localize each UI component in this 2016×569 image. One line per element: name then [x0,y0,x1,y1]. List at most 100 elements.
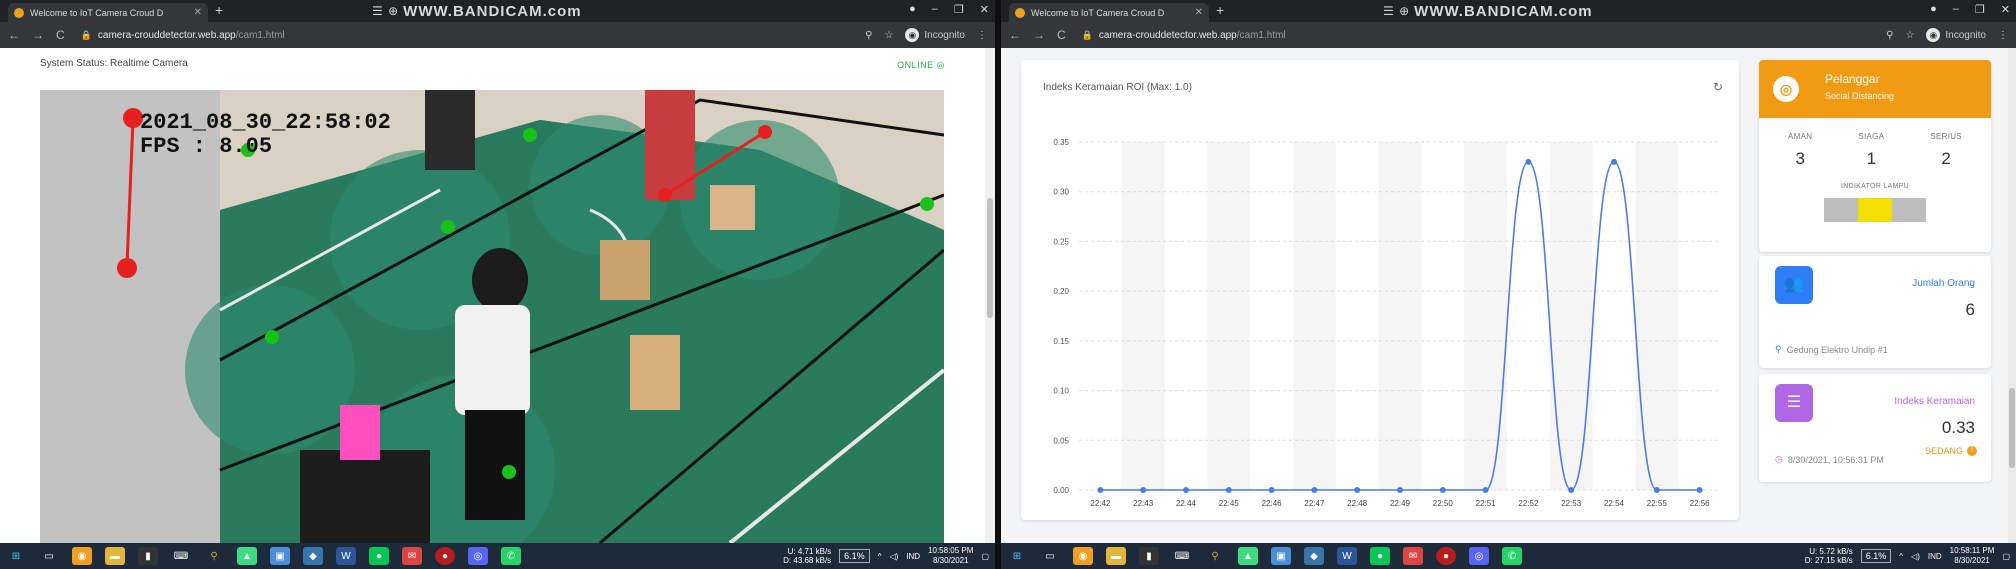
close-window-button[interactable]: ✕ [980,3,989,16]
task-view-icon[interactable]: ▭ [39,547,59,565]
new-tab-button[interactable]: + [215,2,223,18]
android-studio-icon[interactable]: ▲ [1238,547,1258,565]
reload-button[interactable]: C [1057,28,1066,42]
maximize-button[interactable]: ❐ [954,3,964,16]
mail-icon[interactable]: ✉ [1403,547,1423,565]
record-icon[interactable]: ● [435,547,455,565]
favicon-icon [14,7,24,18]
status-badge: SEDANG ! [1925,446,1977,456]
menu-icon[interactable]: ⋮ [977,30,987,41]
bookmark-star-icon[interactable]: ☆ [884,30,893,41]
browser-tab[interactable]: Welcome to IoT Camera Croud D ✕ [8,3,208,22]
language-indicator[interactable]: IND [906,552,920,561]
y-tick-label: 0.10 [1053,387,1069,396]
cad-icon[interactable]: ▣ [1271,547,1291,565]
x-tick-label: 22:53 [1561,499,1582,508]
mail-icon[interactable]: ✉ [402,547,422,565]
word-icon[interactable]: W [336,547,356,565]
whatsapp-icon[interactable]: ✆ [501,547,521,565]
python-icon[interactable]: ◆ [303,547,323,565]
tab-strip: Welcome to IoT Camera Croud D ✕ + ☰ ⊕ WW… [0,0,995,22]
location-icon[interactable]: ⚲ [1886,30,1893,41]
file-explorer-icon[interactable]: ▬ [1106,547,1126,565]
back-button[interactable]: ← [8,28,20,42]
online-badge: ONLINE ◎ [897,60,945,70]
y-tick-label: 0.30 [1053,188,1069,197]
lamp-green [1824,198,1858,222]
minimize-button[interactable]: – [932,3,938,16]
search-icon[interactable]: ⚲ [204,547,224,565]
scrollbar-thumb[interactable] [987,198,993,318]
chrome-icon[interactable]: ◉ [1073,547,1093,565]
close-window-button[interactable]: ✕ [2001,3,2010,16]
address-bar[interactable]: 🔒 camera-crouddetector.web.app/cam1.html [81,30,285,41]
keyboard-icon[interactable]: ⌨ [171,547,191,565]
minimize-button[interactable]: – [1953,3,1959,16]
location-icon[interactable]: ⚲ [865,30,872,41]
account-icon[interactable]: ● [909,3,916,16]
account-icon[interactable]: ● [1930,3,1937,16]
data-point [1140,487,1147,493]
forward-button[interactable]: → [32,28,44,42]
page-content: System Status: Realtime Camera ONLINE ◎ [0,48,985,543]
keyboard-icon[interactable]: ⌨ [1172,547,1192,565]
tray-arrow-icon[interactable]: ^ [1899,552,1903,561]
bookmark-star-icon[interactable]: ☆ [1905,30,1914,41]
address-bar[interactable]: 🔒 camera-crouddetector.web.app/cam1.html [1082,30,1286,41]
terminal-icon[interactable]: ▮ [138,547,158,565]
file-explorer-icon[interactable]: ▬ [105,547,125,565]
left-screen: Welcome to IoT Camera Croud D ✕ + ☰ ⊕ WW… [0,0,995,569]
browser-toolbar: ← → C 🔒 camera-crouddetector.web.app/cam… [1001,22,2016,48]
notification-icon[interactable]: ▢ [2002,552,2010,561]
browser-tab[interactable]: Welcome to IoT Camera Croud D ✕ [1009,3,1209,22]
notification-icon[interactable]: ▢ [981,552,989,561]
new-tab-button[interactable]: + [1216,2,1224,18]
refresh-icon[interactable]: ↻ [1713,80,1723,94]
page-scrollbar[interactable] [985,48,995,543]
forward-button[interactable]: → [1033,28,1045,42]
discord-icon[interactable]: ◎ [1469,547,1489,565]
record-icon[interactable]: ● [1436,547,1456,565]
terminal-icon[interactable]: ▮ [1139,547,1159,565]
line-icon[interactable]: ● [369,547,389,565]
line-icon[interactable]: ● [1370,547,1390,565]
maximize-button[interactable]: ❐ [1975,3,1985,16]
network-speed: U: 5.72 kB/s D: 27.15 kB/s [1804,547,1853,565]
recorder-watermark: ☰ ⊕ WWW.BANDICAM.com [372,2,582,20]
volume-icon[interactable]: ◁) [889,552,898,561]
tray-arrow-icon[interactable]: ^ [878,552,882,561]
jumlah-value: 6 [1965,300,1975,319]
page-scrollbar[interactable] [2008,48,2016,543]
x-tick-label: 22:54 [1604,499,1625,508]
reload-button[interactable]: C [56,28,65,42]
volume-icon[interactable]: ◁) [1911,552,1920,561]
incognito-indicator[interactable]: ◉ Incognito [905,28,965,42]
clock[interactable]: 10:58:05 PM 8/30/2021 [928,546,973,566]
pelanggar-subtitle: Social Distancing [1825,91,1895,101]
cad-icon[interactable]: ▣ [270,547,290,565]
windows-icon[interactable]: ⊞ [1007,547,1027,565]
python-icon[interactable]: ◆ [1304,547,1324,565]
clock[interactable]: 10:58:11 PM 8/30/2021 [1950,546,1995,566]
windows-icon[interactable]: ⊞ [6,547,26,565]
incognito-indicator[interactable]: ◉ Incognito [1926,28,1986,42]
data-point [1311,487,1318,493]
search-icon[interactable]: ⚲ [1205,547,1225,565]
close-tab-icon[interactable]: ✕ [194,7,202,18]
camera-feed: 2021_08_30_22:58:02 FPS : 8.05 [40,90,944,543]
scrollbar-thumb[interactable] [2009,388,2015,468]
android-studio-icon[interactable]: ▲ [237,547,257,565]
chrome-icon[interactable]: ◉ [72,547,92,565]
data-point [1696,487,1703,493]
back-button[interactable]: ← [1009,28,1021,42]
language-indicator[interactable]: IND [1928,552,1942,561]
discord-icon[interactable]: ◎ [468,547,488,565]
x-tick-label: 22:47 [1304,499,1325,508]
task-view-icon[interactable]: ▭ [1040,547,1060,565]
close-tab-icon[interactable]: ✕ [1195,7,1203,18]
menu-icon[interactable]: ⋮ [1998,30,2008,41]
whatsapp-icon[interactable]: ✆ [1502,547,1522,565]
word-icon[interactable]: W [1337,547,1357,565]
data-point [1397,487,1403,493]
pelanggar-card: ◎ Pelanggar Social Distancing AMAN 3 SIA… [1759,60,1991,252]
